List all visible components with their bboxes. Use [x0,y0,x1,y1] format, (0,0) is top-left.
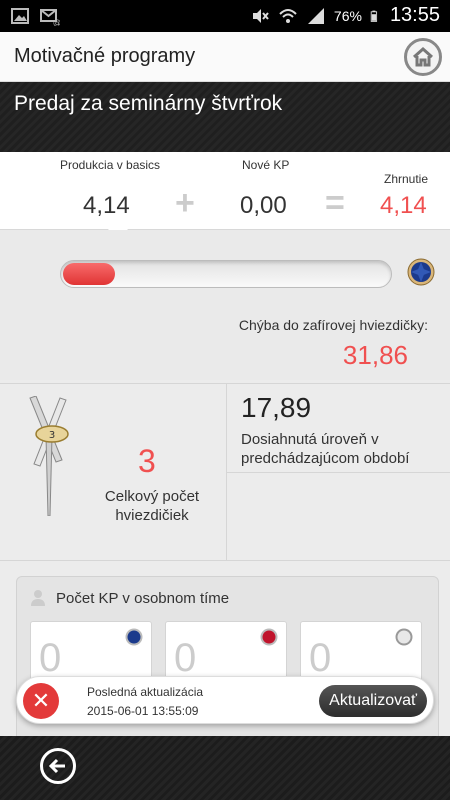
production-value: 4,14 [83,192,130,219]
kp-count: 0 [309,636,332,680]
sapphire-gem-icon [407,258,435,286]
summary-bar: Produkcia v basics 4,14 + Nové KP 0,00 =… [0,152,450,230]
divider [227,472,450,473]
update-button[interactable]: Aktualizovať [319,685,427,717]
diamond-gem-icon [395,628,413,646]
divider [0,560,450,561]
back-arrow-icon [48,758,65,774]
status-bar: @ 76% 13:55 [0,0,450,32]
progress-track [60,260,392,288]
mute-icon [252,8,269,23]
divider [0,383,450,384]
section-header: Predaj za seminárny štvrťrok [0,82,450,152]
equals-sign: = [325,184,345,222]
update-toast: ✕ Posledná aktualizácia 2015-06-01 13:55… [16,676,434,724]
previous-level-label: Dosiahnutá úroveň v predchádzajúcom obdo… [241,431,410,467]
missing-label: Chýba do zafírovej hviezdičky: [238,317,428,333]
team-title: Počet KP v osobnom tíme [56,589,230,607]
person-icon [31,590,45,606]
progress-area: Chýba do zafírovej hviezdičky: 31,86 [0,230,450,380]
app-bar: Motivačné programy [0,32,450,82]
team-header: Počet KP v osobnom tíme [30,589,229,607]
new-kp-value: 0,00 [240,192,287,219]
kp-count: 0 [39,636,62,680]
battery-percentage: 76% [333,7,362,24]
stars-count: 3 [138,443,156,479]
bottom-nav [0,736,450,800]
kp-count: 0 [174,636,197,680]
back-button[interactable] [40,748,76,784]
home-button[interactable] [404,38,442,76]
production-label: Produkcia v basics [60,158,161,172]
app-title: Motivačné programy [14,45,196,67]
stars-label: Celkový počet hviezdičiek [104,488,200,524]
last-update-label: Posledná aktualizácia [87,685,204,699]
new-kp-label: Nové KP [242,158,290,172]
section-title: Predaj za seminárny štvrťrok [14,92,283,115]
progress-fill [63,263,115,285]
gallery-icon [11,8,29,24]
ruby-gem-icon [260,628,278,646]
previous-level-value: 17,89 [241,392,312,423]
sapphire-gem-icon [125,628,143,646]
signal-icon [307,7,324,24]
total-value: 4,14 [380,192,427,219]
stars-trophy-icon: 3 [29,396,69,516]
plus-sign: + [175,184,195,222]
total-label: Zhrnutie [384,172,429,186]
close-icon: ✕ [31,688,51,713]
stars-badge-number: 3 [49,430,55,441]
svg-text:@: @ [53,18,60,26]
battery-icon [370,10,377,22]
missing-value: 31,86 [342,340,408,370]
last-update-timestamp: 2015-06-01 13:55:09 [87,704,199,718]
email-icon: @ [40,9,60,26]
home-icon [413,46,433,67]
wifi-icon [279,8,297,23]
clock: 13:55 [389,4,440,26]
dismiss-button[interactable]: ✕ [23,683,59,719]
